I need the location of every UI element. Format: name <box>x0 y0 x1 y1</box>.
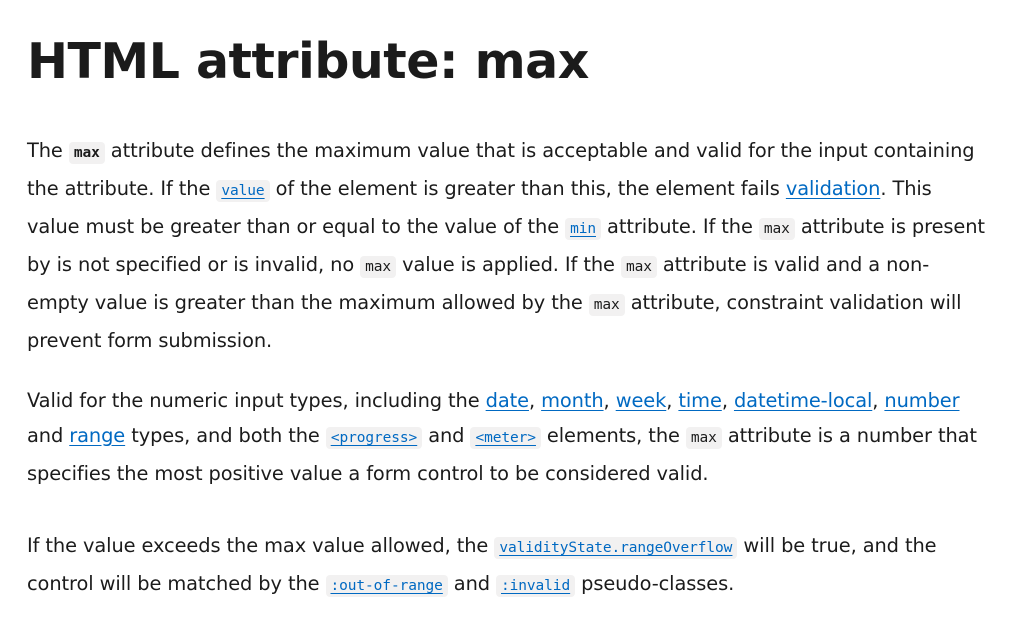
text: types, and both the <box>125 424 326 447</box>
link-out-of-range[interactable]: :out-of-range <box>325 572 448 597</box>
text: , <box>666 389 679 412</box>
article: HTML attribute: max The max attribute de… <box>0 0 1015 641</box>
code-link-value: value <box>216 180 270 202</box>
link-value[interactable]: value <box>216 177 270 202</box>
link-month[interactable]: month <box>541 389 604 412</box>
text: pseudo-classes. <box>575 572 735 595</box>
text: If the value exceeds the max value allow… <box>27 534 495 557</box>
text: , <box>721 389 734 412</box>
link-min[interactable]: min <box>565 215 601 240</box>
text: and <box>422 424 471 447</box>
paragraph-description: The max attribute defines the maximum va… <box>27 133 987 358</box>
link-time[interactable]: time <box>678 389 722 412</box>
code-link-progress: <progress> <box>325 427 423 449</box>
paragraph-valid-types: Valid for the numeric input types, inclu… <box>27 383 987 491</box>
code-link-out-of-range: :out-of-range <box>325 575 448 597</box>
text: Valid for the numeric input types, inclu… <box>27 389 486 412</box>
text: value is applied. If the <box>396 253 621 276</box>
link-validitystate-rangeoverflow[interactable]: validityState.rangeOverflow <box>494 534 738 559</box>
text: elements, the <box>540 424 686 447</box>
link-range[interactable]: range <box>69 424 125 447</box>
link-date[interactable]: date <box>486 389 529 412</box>
code-max: max <box>68 142 105 164</box>
code-link-min: min <box>565 218 601 240</box>
code-max: max <box>620 256 657 278</box>
code-max: max <box>685 427 722 449</box>
page-title: HTML attribute: max <box>27 33 589 90</box>
text: , <box>872 389 885 412</box>
link-invalid[interactable]: :invalid <box>496 572 576 597</box>
text: , <box>603 389 616 412</box>
text: and <box>27 424 70 447</box>
link-number[interactable]: number <box>884 389 959 412</box>
link-datetime-local[interactable]: datetime-local <box>734 389 872 412</box>
text: attribute. If the <box>600 215 759 238</box>
code-link-invalid: :invalid <box>496 575 576 597</box>
text: of the element is greater than this, the… <box>269 177 786 200</box>
text: The <box>27 139 69 162</box>
code-link-rangeoverflow: validityState.rangeOverflow <box>494 537 738 559</box>
link-week[interactable]: week <box>616 389 667 412</box>
code-link-meter: <meter> <box>470 427 541 449</box>
code-max: max <box>360 256 397 278</box>
code-max: max <box>588 294 625 316</box>
link-meter[interactable]: <meter> <box>470 424 541 449</box>
link-progress[interactable]: <progress> <box>325 424 423 449</box>
link-validation[interactable]: validation <box>786 177 881 200</box>
paragraph-range-overflow: If the value exceeds the max value allow… <box>27 528 987 604</box>
code-max: max <box>758 218 795 240</box>
text: , <box>528 389 542 412</box>
text: and <box>447 572 497 595</box>
